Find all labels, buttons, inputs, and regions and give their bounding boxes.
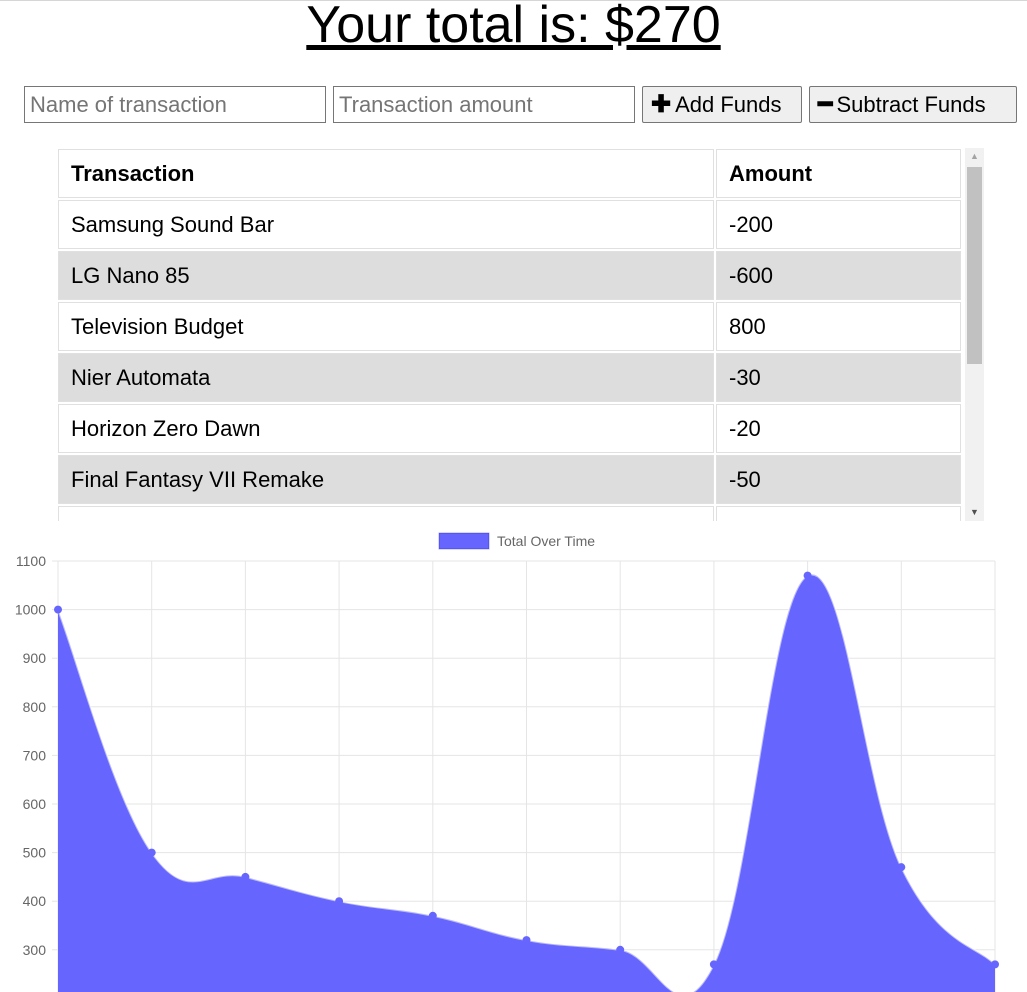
table-row: Samsung Sound Bar -200 [58,200,961,249]
transaction-amount-input[interactable] [333,86,635,123]
transaction-name: Horizon Zero Dawn [58,404,714,453]
table-row: LG Nano 85 -600 [58,251,961,300]
y-tick-label: 400 [23,893,47,909]
table-row: Horizon Zero Dawn -20 [58,404,961,453]
y-tick-label: 700 [23,747,47,763]
plus-icon: ✚ [651,90,672,118]
y-tick-label: 300 [23,942,47,958]
data-point[interactable] [54,605,62,614]
minus-icon: ━ [818,90,833,118]
data-point[interactable] [147,848,156,857]
data-point[interactable] [897,863,906,872]
transaction-amount: -20 [716,404,961,453]
page-title: Your total is: $270 [306,0,721,54]
data-point[interactable] [709,960,718,969]
data-point[interactable] [335,897,344,906]
y-tick-label: 800 [23,699,47,715]
transaction-name: Nier Automata [58,353,714,402]
scroll-down-arrow-icon[interactable]: ▼ [965,504,984,521]
subtract-funds-label: Subtract Funds [836,91,986,117]
table-scrollbar[interactable]: ▲ ▼ [965,148,984,521]
transaction-amount: -30 [716,353,961,402]
subtract-funds-button[interactable]: ━ Subtract Funds [809,86,1017,123]
transaction-name: Television Budget [58,302,714,351]
table-row: Nier Automata -30 [58,353,961,402]
header-transaction: Transaction [58,149,714,198]
transaction-amount: -200 [716,200,961,249]
add-funds-button[interactable]: ✚ Add Funds [642,86,802,123]
data-point[interactable] [428,911,437,920]
data-point[interactable] [991,960,999,969]
transaction-name-input[interactable] [24,86,326,123]
y-tick-label: 500 [23,845,47,861]
table-row: Final Fantasy VII Remake -50 [58,455,961,504]
transaction-amount: -600 [716,251,961,300]
y-tick-label: 900 [23,650,47,666]
transactions-table-container[interactable]: Transaction Amount Samsung Sound Bar -20… [56,147,985,521]
header-amount: Amount [716,149,961,198]
transactions-table: Transaction Amount Samsung Sound Bar -20… [56,147,963,521]
data-point[interactable] [616,945,625,954]
transaction-amount: 800 [716,302,961,351]
y-tick-label: 1000 [15,602,46,618]
add-funds-label: Add Funds [675,91,782,117]
scroll-thumb[interactable] [967,167,982,364]
transaction-name: Final Fantasy VII Remake [58,455,714,504]
legend-swatch[interactable] [438,532,490,550]
data-point[interactable] [241,872,250,881]
transaction-amount [716,506,961,521]
data-point[interactable] [522,936,531,945]
y-tick-label: 1100 [16,553,46,569]
transaction-name [58,506,714,521]
table-header-row: Transaction Amount [58,149,961,198]
table-row [58,506,961,521]
table-row: Television Budget 800 [58,302,961,351]
total-over-time-chart: 300 400 500 600 700 800 900 1000 1100 Total Over … [15,532,999,992]
transaction-amount: -50 [716,455,961,504]
data-point[interactable] [803,571,812,580]
legend-label[interactable]: Total Over Time [497,533,595,549]
y-tick-label: 600 [23,796,47,812]
scroll-up-arrow-icon[interactable]: ▲ [965,148,984,165]
transaction-name: Samsung Sound Bar [58,200,714,249]
transaction-name: LG Nano 85 [58,251,714,300]
